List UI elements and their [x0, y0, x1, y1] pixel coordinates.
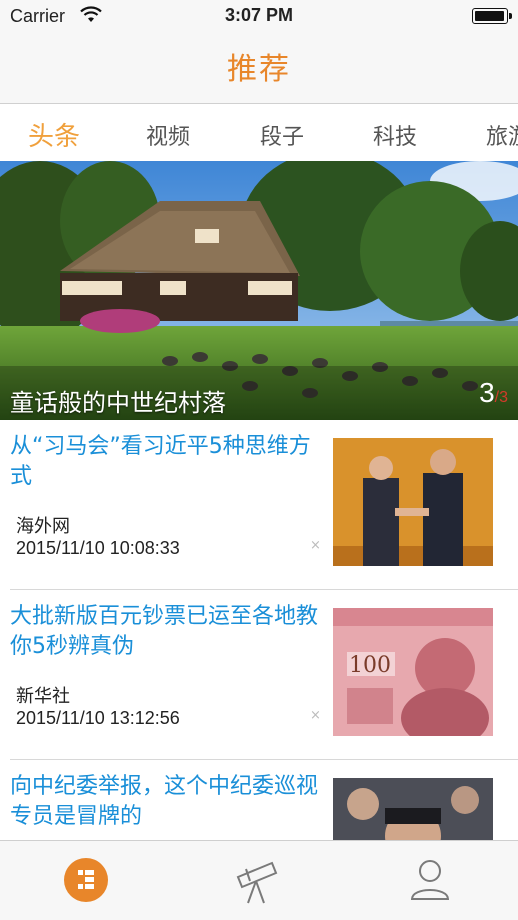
news-thumbnail[interactable]: [333, 438, 493, 566]
battery-tip: [509, 13, 512, 19]
news-thumbnail[interactable]: 100: [333, 608, 493, 736]
navigation-bar: 推荐: [0, 34, 518, 104]
news-item[interactable]: 从“习马会”看习近平5种思维方式 海外网 2015/11/10 10:08:33…: [0, 420, 518, 590]
page-title: 推荐: [227, 52, 291, 87]
battery-fill: [475, 11, 504, 21]
tab-travel[interactable]: 旅游: [486, 119, 518, 151]
dismiss-icon[interactable]: ×: [310, 708, 321, 723]
tab-profile[interactable]: [344, 841, 516, 920]
hero-carousel[interactable]: 童话般的中世纪村落 3/3: [0, 161, 518, 420]
news-item[interactable]: 向中纪委举报，这个中纪委巡视专员是冒牌的: [0, 760, 518, 840]
news-item[interactable]: 大批新版百元钞票已运至各地教你5秒辨真伪 新华社 2015/11/10 13:1…: [0, 590, 518, 760]
banknote-photo-icon: 100: [333, 608, 493, 736]
news-source: 海外网: [16, 516, 70, 537]
hero-page-current: 3: [479, 377, 495, 408]
tab-tech[interactable]: 科技: [373, 119, 417, 151]
hero-page-indicator: 3/3: [479, 377, 508, 409]
news-time: 2015/11/10 10:08:33: [16, 538, 180, 558]
hero-image: [0, 161, 518, 420]
news-title[interactable]: 大批新版百元钞票已运至各地教你5秒辨真伪: [10, 602, 325, 662]
hero-page-total: /3: [494, 389, 508, 406]
tab-headlines[interactable]: 头条: [28, 116, 80, 153]
bottom-tab-bar: [0, 840, 518, 920]
recommend-icon: [64, 858, 108, 902]
news-source: 新华社: [16, 686, 70, 707]
status-bar: Carrier 3:07 PM: [0, 0, 518, 34]
dismiss-icon[interactable]: ×: [310, 538, 321, 553]
news-title[interactable]: 从“习马会”看习近平5种思维方式: [10, 432, 325, 492]
portrait-photo-icon: [333, 778, 493, 840]
person-icon: [410, 860, 450, 900]
handshake-photo-icon: [333, 438, 493, 566]
news-time: 2015/11/10 13:12:56: [16, 708, 180, 728]
tab-jokes[interactable]: 段子: [260, 119, 304, 151]
category-tabs: 头条 视频 段子 科技 旅游: [0, 105, 518, 161]
news-thumbnail[interactable]: [333, 778, 493, 840]
clock: 3:07 PM: [224, 5, 294, 25]
svg-text:100: 100: [349, 653, 391, 678]
tab-video[interactable]: 视频: [146, 119, 190, 151]
news-title[interactable]: 向中纪委举报，这个中纪委巡视专员是冒牌的: [10, 772, 325, 832]
battery-icon: [472, 8, 512, 24]
hero-caption: 童话般的中世纪村落: [10, 389, 226, 417]
tab-discover[interactable]: [172, 841, 344, 920]
tab-recommend[interactable]: [0, 841, 172, 920]
telescope-icon: [236, 861, 278, 904]
